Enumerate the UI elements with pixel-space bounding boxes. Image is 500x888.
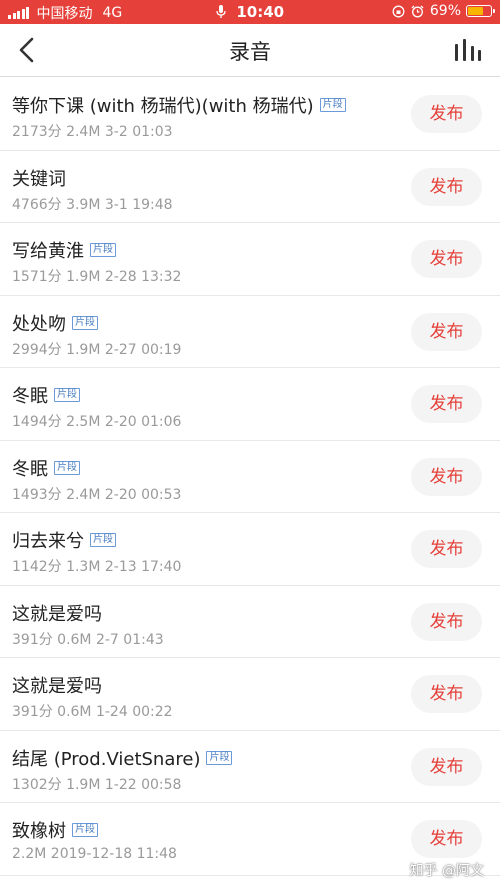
microphone-icon	[216, 5, 226, 18]
recording-meta: 2.2M 2019-12-18 11:48	[12, 846, 177, 862]
recording-title: 结尾 (Prod.VietSnare)	[12, 748, 201, 770]
orientation-lock-icon	[392, 5, 405, 17]
clip-badge: 片段	[54, 460, 80, 475]
recording-row[interactable]: 结尾 (Prod.VietSnare) 片段 1302分 1.9M 1-22 00:…	[0, 731, 500, 803]
recording-title-line: 写给黄淮 片段	[12, 237, 116, 263]
recording-row[interactable]: 冬眠 片段 1494分 2.5M 2-20 01:06 发布	[0, 368, 500, 441]
audio-bars-icon[interactable]	[454, 38, 482, 62]
recording-meta: 2173分 2.4M 3-2 01:03	[12, 124, 173, 140]
recording-list: 等你下课 (with 杨瑞代)(with 杨瑞代) 片段 2173分 2.4M 3-…	[0, 78, 500, 876]
recording-title: 这就是爱吗	[12, 676, 102, 697]
recording-meta: 1142分 1.3M 2-13 17:40	[12, 559, 182, 575]
publish-button[interactable]: 发布	[411, 167, 482, 206]
recording-title: 致橡树	[12, 821, 66, 842]
recording-title: 关键词	[12, 168, 66, 190]
publish-button[interactable]: 发布	[411, 312, 482, 351]
recording-row[interactable]: 处处吻 片段 2994分 1.9M 2-27 00:19 发布	[0, 296, 500, 368]
clip-badge: 片段	[90, 243, 116, 257]
clip-badge: 片段	[72, 823, 98, 837]
recording-title-line: 等你下课 (with 杨瑞代)(with 杨瑞代) 片段	[12, 92, 346, 118]
recording-title-line: 这就是爱吗	[12, 600, 102, 626]
recording-title-line: 归去来兮 片段	[12, 527, 116, 553]
recording-row[interactable]: 这就是爱吗 391分 0.6M 2-7 01:43 发布	[0, 586, 500, 658]
clip-badge: 片段	[319, 98, 346, 112]
recording-title: 等你下课 (with 杨瑞代)(with 杨瑞代)	[12, 96, 314, 117]
publish-button[interactable]: 发布	[411, 385, 482, 423]
recording-meta: 2994分 1.9M 2-27 00:19	[12, 341, 182, 358]
recording-meta: 1302分 1.9M 1-22 00:58	[12, 776, 182, 793]
publish-button[interactable]: 发布	[411, 675, 482, 713]
status-bar: 中国移动 4G 10:40 69%	[0, 0, 500, 24]
clip-badge: 片段	[72, 315, 98, 330]
recording-title-line: 致橡树 片段	[12, 817, 98, 843]
recording-row[interactable]: 关键词 4766分 3.9M 3-1 19:48 发布	[0, 151, 500, 223]
alarm-icon	[411, 5, 424, 17]
publish-button[interactable]: 发布	[411, 457, 482, 496]
page-title: 录音	[229, 40, 271, 64]
publish-button[interactable]: 发布	[411, 95, 482, 133]
recording-title-line: 关键词	[12, 165, 66, 191]
recording-meta: 1494分 2.5M 2-20 01:06	[12, 414, 182, 430]
status-right: 69%	[392, 3, 495, 19]
recording-meta: 1571分 1.9M 2-28 13:32	[12, 269, 182, 285]
recording-title: 写给黄淮	[12, 241, 84, 262]
publish-button[interactable]: 发布	[411, 530, 482, 568]
battery-percent: 69%	[429, 3, 461, 19]
recording-title: 归去来兮	[12, 531, 84, 552]
recording-meta: 391分 0.6M 2-7 01:43	[12, 631, 164, 648]
recording-meta: 1493分 2.4M 2-20 00:53	[12, 486, 182, 503]
battery-icon	[466, 5, 495, 17]
recording-title: 这就是爱吗	[12, 603, 102, 625]
publish-button[interactable]: 发布	[411, 747, 482, 786]
recording-row[interactable]: 这就是爱吗 391分 0.6M 1-24 00:22 发布	[0, 658, 500, 731]
clock-time: 10:40	[236, 3, 285, 21]
recording-row[interactable]: 写给黄淮 片段 1571分 1.9M 2-28 13:32 发布	[0, 223, 500, 296]
recording-title-line: 冬眠 片段	[12, 382, 80, 408]
recording-meta: 4766分 3.9M 3-1 19:48	[12, 196, 173, 213]
recording-title: 处处吻	[12, 313, 66, 335]
recording-title-line: 这就是爱吗	[12, 672, 102, 698]
recording-row[interactable]: 等你下课 (with 杨瑞代)(with 杨瑞代) 片段 2173分 2.4M 3-…	[0, 78, 500, 151]
battery-level	[468, 7, 484, 15]
publish-button[interactable]: 发布	[411, 602, 482, 641]
clip-badge: 片段	[54, 388, 80, 402]
watermark: 知乎 @阿文	[409, 863, 484, 879]
recording-title-line: 冬眠 片段	[12, 455, 80, 481]
recording-row[interactable]: 归去来兮 片段 1142分 1.3M 2-13 17:40 发布	[0, 513, 500, 586]
publish-button[interactable]: 发布	[411, 820, 482, 858]
recording-title-line: 结尾 (Prod.VietSnare) 片段	[12, 745, 233, 771]
recording-row[interactable]: 冬眠 片段 1493分 2.4M 2-20 00:53 发布	[0, 441, 500, 513]
nav-bar: 录音	[0, 24, 500, 77]
clip-badge: 片段	[206, 750, 233, 765]
recording-meta: 391分 0.6M 1-24 00:22	[12, 704, 173, 720]
publish-button[interactable]: 发布	[411, 240, 482, 278]
clip-badge: 片段	[90, 533, 116, 547]
recording-title: 冬眠	[12, 458, 48, 480]
recording-title-line: 处处吻 片段	[12, 310, 98, 336]
recording-title: 冬眠	[12, 386, 48, 407]
